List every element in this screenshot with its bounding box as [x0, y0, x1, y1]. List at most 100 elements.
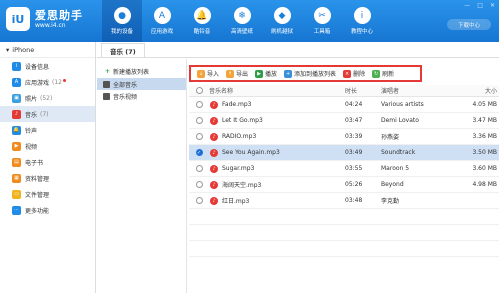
new-playlist-button[interactable]: + 新建播放列表 — [97, 64, 186, 78]
empty-row — [189, 209, 499, 225]
sidebar-item[interactable]: 🔔 铃声 — [0, 122, 95, 138]
sidebar-item[interactable]: A 应用游戏 (12 — [0, 74, 95, 90]
nav-toolbox[interactable]: ✂ 工具箱 — [302, 0, 342, 42]
toolbar-button[interactable]: ↑ 导出 — [226, 69, 248, 78]
minimize-button[interactable]: — — [464, 2, 470, 9]
nav-wallpapers[interactable]: ❄ 高清壁纸 — [222, 0, 262, 42]
song-name: RADIO.mp3 — [222, 133, 257, 140]
sidebar: ▾ iPhone i 设备信息 A 应用游戏 (12 ▣ 照片 (52) ♪ 音乐 (7) 🔔 铃声 ▶ 视… — [0, 42, 96, 293]
toolbar-button-label: 刷新 — [382, 71, 395, 78]
sidebar-item[interactable]: ⋯ 更多功能 — [0, 202, 95, 218]
song-artist: Maroon 5 — [381, 165, 410, 172]
sidebar-item-icon: ▭ — [12, 189, 21, 199]
song-size: 4.98 MB — [472, 181, 497, 188]
song-artist: 李克勤 — [381, 198, 400, 205]
bell-icon: 🔔 — [193, 7, 211, 24]
table-row[interactable]: ♪ Fade.mp3 04:24 Various artists 4.05 MB — [189, 97, 499, 113]
song-duration: 03:47 — [345, 117, 363, 124]
toolbar-button-label: 播放 — [265, 71, 278, 78]
toolbar-button[interactable]: ▶ 播放 — [255, 69, 277, 78]
collapse-arrow-icon: ▾ — [6, 45, 10, 54]
table-row[interactable]: ✓ ♪ See You Again.mp3 03:49 Soundtrack 3.50 M… — [189, 145, 499, 161]
song-duration: 04:24 — [345, 101, 363, 108]
row-checkbox[interactable] — [195, 101, 203, 108]
nav-ringtones[interactable]: 🔔 酷铃音 — [182, 0, 222, 42]
music-note-icon: ♪ — [210, 132, 218, 141]
brand: iU 爱思助手 www.i4.cn — [6, 7, 83, 31]
sidebar-item-label: 文件管理 — [25, 191, 50, 199]
app-window: iU 爱思助手 www.i4.cn ● 我的设备 A 应用游戏 🔔 酷铃音 ❄ … — [0, 0, 499, 293]
nav-apps-games[interactable]: A 应用游戏 — [142, 0, 182, 42]
toolbar-button-label: 添加到播放列表 — [294, 71, 337, 78]
song-name: Let It Go.mp3 — [222, 117, 263, 124]
song-duration: 03:49 — [345, 149, 363, 156]
song-name: See You Again.mp3 — [222, 149, 280, 156]
toolbar-button[interactable]: ↻ 刷新 — [372, 69, 394, 78]
row-checkbox[interactable] — [195, 117, 203, 124]
header-artist[interactable]: 演唱者 — [381, 86, 449, 95]
import-icon: ↓ — [197, 69, 205, 78]
music-note-icon: ♪ — [210, 196, 218, 205]
brand-url: www.i4.cn — [35, 21, 66, 29]
sidebar-item[interactable]: i 设备信息 — [0, 58, 95, 74]
content-area: 音乐 (7) + 新建播放列表 全部音乐 音乐视频 ↓ 导入 ↑ 导出 ▶ 播放 + 添加到播… — [97, 42, 499, 293]
table-row[interactable]: ♪ Let It Go.mp3 03:47 Demi Lovato 3.47 MB — [189, 113, 499, 129]
row-checkbox[interactable] — [195, 165, 203, 172]
sidebar-item-icon: ▶ — [12, 141, 21, 151]
sidebar-item[interactable]: ▭ 文件管理 — [0, 186, 95, 202]
nav-tutorials[interactable]: i 教程中心 — [342, 0, 382, 42]
sidebar-item[interactable]: ♪ 音乐 (7) — [0, 106, 95, 122]
sidebar-item[interactable]: ▣ 照片 (52) — [0, 90, 95, 106]
sidebar-item[interactable]: ▦ 资料管理 — [0, 170, 95, 186]
select-all-checkbox[interactable] — [195, 87, 203, 94]
subnav-music-videos[interactable]: 音乐视频 — [97, 90, 186, 102]
song-artist: Soundtrack — [381, 149, 416, 156]
maximize-button[interactable]: □ — [477, 2, 483, 9]
subnav-all-music[interactable]: 全部音乐 — [97, 78, 186, 90]
song-size: 3.36 MB — [472, 133, 497, 140]
toolbar-button[interactable]: + 添加到播放列表 — [284, 69, 336, 78]
table-row[interactable]: ♪ RADIO.mp3 03:39 孙燕姿 3.36 MB — [189, 129, 499, 145]
sidebar-item-label: 资料管理 — [25, 175, 50, 183]
sidebar-item-icon: ⋯ — [12, 205, 21, 215]
table-row[interactable]: ♪ 红日.mp3 03:48 李克勤 — [189, 193, 499, 209]
row-checkbox[interactable]: ✓ — [195, 149, 203, 156]
close-button[interactable]: ✕ — [490, 2, 495, 9]
song-duration: 05:26 — [345, 181, 363, 188]
toolbar-button[interactable]: × 删除 — [343, 69, 365, 78]
song-name: Fade.mp3 — [222, 101, 252, 108]
apple-icon: ● — [113, 7, 131, 24]
sidebar-item-icon: ▦ — [12, 173, 21, 183]
row-checkbox[interactable] — [195, 133, 203, 140]
sidebar-item[interactable]: ▤ 电子书 — [0, 154, 95, 170]
music-note-icon: ♪ — [210, 164, 218, 173]
song-artist: Beyond — [381, 181, 404, 188]
row-checkbox[interactable] — [195, 197, 203, 204]
nav-flash-jailbreak[interactable]: ◆ 刷机越狱 — [262, 0, 302, 42]
tab-music[interactable]: 音乐 (7) — [101, 43, 145, 57]
song-artist: Demi Lovato — [381, 117, 419, 124]
table-row[interactable]: ♪ 海阔天空.mp3 05:26 Beyond 4.98 MB — [189, 177, 499, 193]
header-name[interactable]: 音乐名称 — [209, 86, 345, 95]
music-table: 音乐名称 时长 演唱者 大小 ♪ Fade.mp3 04:24 Various art… — [189, 85, 499, 257]
sidebar-item[interactable]: ▶ 视频 — [0, 138, 95, 154]
sidebar-item-label: 照片 — [25, 95, 38, 103]
header-duration[interactable]: 时长 — [345, 86, 381, 95]
download-center-button[interactable]: 下载中心 — [447, 19, 491, 30]
dropbox-icon: ◆ — [273, 7, 291, 24]
delete-icon: × — [343, 69, 352, 78]
sidebar-item-label: 应用游戏 — [25, 79, 50, 87]
toolbar-button[interactable]: ↓ 导入 — [197, 69, 219, 78]
nav-my-device[interactable]: ● 我的设备 — [102, 0, 142, 42]
device-header[interactable]: ▾ iPhone — [0, 42, 95, 58]
song-artist: Various artists — [381, 101, 424, 108]
row-checkbox[interactable] — [195, 181, 203, 188]
song-name: 红日.mp3 — [222, 198, 250, 205]
top-bar: iU 爱思助手 www.i4.cn ● 我的设备 A 应用游戏 🔔 酷铃音 ❄ … — [0, 0, 499, 42]
song-size: 4.05 MB — [472, 101, 497, 108]
table-row[interactable]: ♪ Sugar.mp3 03:55 Maroon 5 3.60 MB — [189, 161, 499, 177]
main-nav: ● 我的设备 A 应用游戏 🔔 酷铃音 ❄ 高清壁纸 ◆ 刷机越狱 ✂ 工具箱 — [102, 0, 382, 42]
table-header: 音乐名称 时长 演唱者 大小 — [189, 85, 499, 97]
header-size[interactable]: 大小 — [449, 86, 497, 95]
device-name: iPhone — [12, 45, 35, 54]
